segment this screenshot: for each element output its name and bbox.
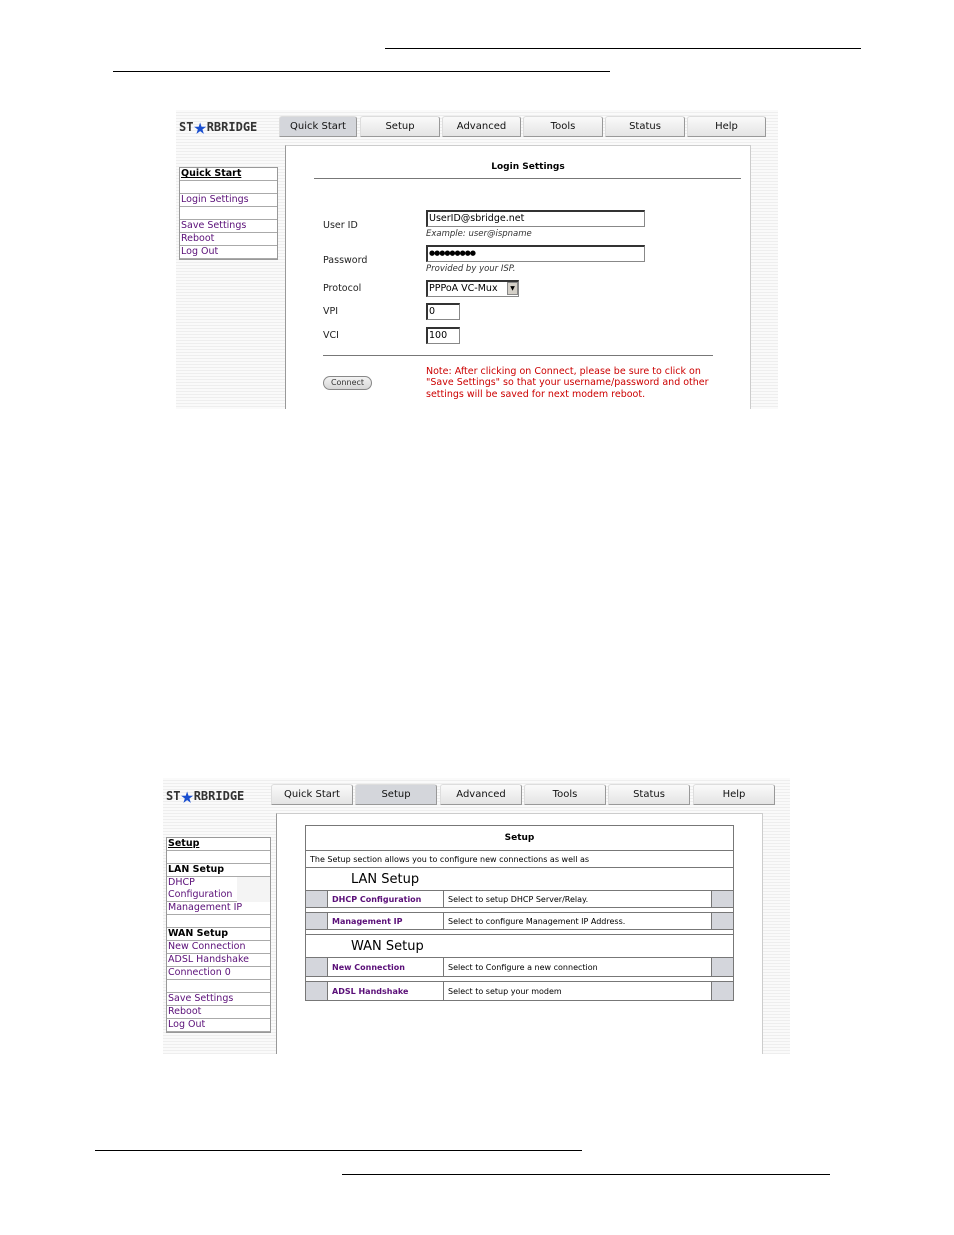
vpi-input[interactable]: 0 — [426, 303, 460, 320]
title-divider — [314, 178, 741, 179]
lan-setup-heading: LAN Setup — [305, 867, 734, 891]
row-description: Select to Configure a new connection — [443, 957, 712, 977]
table-row: DHCP Configuration Select to setup DHCP S… — [305, 890, 734, 908]
tab-status[interactable]: Status — [608, 784, 690, 805]
page-title: Login Settings — [491, 162, 565, 172]
adsl-handshake-link[interactable]: ADSL Handshake — [327, 981, 444, 1001]
vci-input[interactable]: 100 — [426, 327, 460, 344]
protocol-select[interactable]: PPPoA VC-Mux ▼ — [426, 280, 519, 297]
footer-rule-2 — [342, 1174, 830, 1175]
login-settings-screenshot: ST★RBRIDGE Quick Start Setup Advanced To… — [176, 110, 778, 409]
sidebar-spacer: . — [180, 181, 277, 194]
tab-quick-start[interactable]: Quick Start — [279, 116, 357, 137]
table-row: ADSL Handshake Select to setup your modem — [305, 981, 734, 1001]
tab-help[interactable]: Help — [687, 116, 766, 137]
setup-table: Setup The Setup section allows you to co… — [305, 825, 734, 1001]
content-panel: Login Settings User ID UserID@sbridge.ne… — [285, 145, 751, 409]
vci-label: VCI — [323, 330, 339, 341]
sidebar-spacer: . — [167, 915, 270, 928]
sidebar-heading-wan-setup: WAN Setup — [167, 928, 270, 941]
row-description: Select to setup your modem — [443, 981, 712, 1001]
user-id-label: User ID — [323, 220, 358, 231]
protocol-label: Protocol — [323, 283, 362, 294]
new-connection-link[interactable]: New Connection — [327, 957, 444, 977]
user-id-hint: Example: user@ispname — [426, 229, 532, 239]
save-settings-note: Note: After clicking on Connect, please … — [426, 366, 709, 400]
sidebar: Setup . LAN Setup DHCP Configuration Man… — [166, 837, 271, 1033]
management-ip-link[interactable]: Management IP — [327, 912, 444, 930]
setup-description: The Setup section allows you to configur… — [305, 850, 734, 868]
vpi-label: VPI — [323, 306, 339, 317]
sidebar-item-dhcp-configuration[interactable]: DHCP Configuration — [167, 877, 237, 902]
setup-screenshot: ST★RBRIDGE Quick Start Setup Advanced To… — [163, 778, 790, 1054]
sidebar-item-log-out[interactable]: Log Out — [180, 246, 277, 259]
tab-quick-start[interactable]: Quick Start — [271, 784, 353, 805]
sidebar-heading-quick-start: Quick Start — [180, 168, 277, 181]
row-description: Select to configure Management IP Addres… — [443, 912, 712, 930]
row-description: Select to setup DHCP Server/Relay. — [443, 890, 712, 908]
password-hint: Provided by your ISP. — [426, 264, 516, 274]
form-divider — [323, 355, 713, 356]
sidebar-item-reboot[interactable]: Reboot — [167, 1006, 270, 1019]
password-label: Password — [323, 255, 368, 266]
header-rule-2 — [113, 71, 610, 72]
table-row: New Connection Select to Configure a new … — [305, 957, 734, 977]
tab-advanced[interactable]: Advanced — [442, 116, 521, 137]
starbridge-logo: ST★RBRIDGE — [166, 784, 245, 809]
tab-tools[interactable]: Tools — [523, 116, 603, 137]
setup-title: Setup — [305, 825, 734, 851]
sidebar-item-save-settings[interactable]: Save Settings — [167, 993, 270, 1006]
tab-help[interactable]: Help — [693, 784, 775, 805]
sidebar-item-connection-0[interactable]: Connection 0 — [167, 967, 270, 980]
sidebar-spacer: . — [180, 207, 277, 220]
sidebar: Quick Start . Login Settings . Save Sett… — [179, 167, 278, 260]
protocol-value: PPPoA VC-Mux — [429, 283, 498, 294]
sidebar-item-adsl-handshake[interactable]: ADSL Handshake — [167, 954, 270, 967]
wan-setup-heading: WAN Setup — [305, 934, 734, 958]
dhcp-configuration-link[interactable]: DHCP Configuration — [327, 890, 444, 908]
tab-advanced[interactable]: Advanced — [440, 784, 522, 805]
tab-tools[interactable]: Tools — [524, 784, 606, 805]
sidebar-item-login-settings[interactable]: Login Settings — [180, 194, 277, 207]
sidebar-heading-lan-setup: LAN Setup — [167, 864, 270, 877]
sidebar-item-management-ip[interactable]: Management IP — [167, 902, 270, 915]
tab-setup[interactable]: Setup — [360, 116, 440, 137]
tab-setup[interactable]: Setup — [355, 784, 437, 805]
sidebar-item-new-connection[interactable]: New Connection — [167, 941, 270, 954]
sidebar-spacer: . — [167, 851, 270, 864]
table-row: Management IP Select to configure Managem… — [305, 912, 734, 930]
connect-button[interactable]: Connect — [323, 376, 372, 390]
tab-status[interactable]: Status — [605, 116, 685, 137]
sidebar-spacer: . — [167, 980, 270, 993]
starbridge-logo: ST★RBRIDGE — [179, 115, 258, 140]
sidebar-item-log-out[interactable]: Log Out — [167, 1019, 270, 1032]
chevron-down-icon[interactable]: ▼ — [507, 282, 518, 295]
sidebar-item-save-settings[interactable]: Save Settings — [180, 220, 277, 233]
footer-rule-1 — [95, 1150, 582, 1151]
header-rule-1 — [385, 48, 861, 49]
user-id-input[interactable]: UserID@sbridge.net — [426, 210, 645, 227]
sidebar-heading-setup: Setup — [167, 838, 270, 851]
sidebar-item-reboot[interactable]: Reboot — [180, 233, 277, 246]
password-input[interactable]: ●●●●●●●●● — [426, 245, 645, 262]
